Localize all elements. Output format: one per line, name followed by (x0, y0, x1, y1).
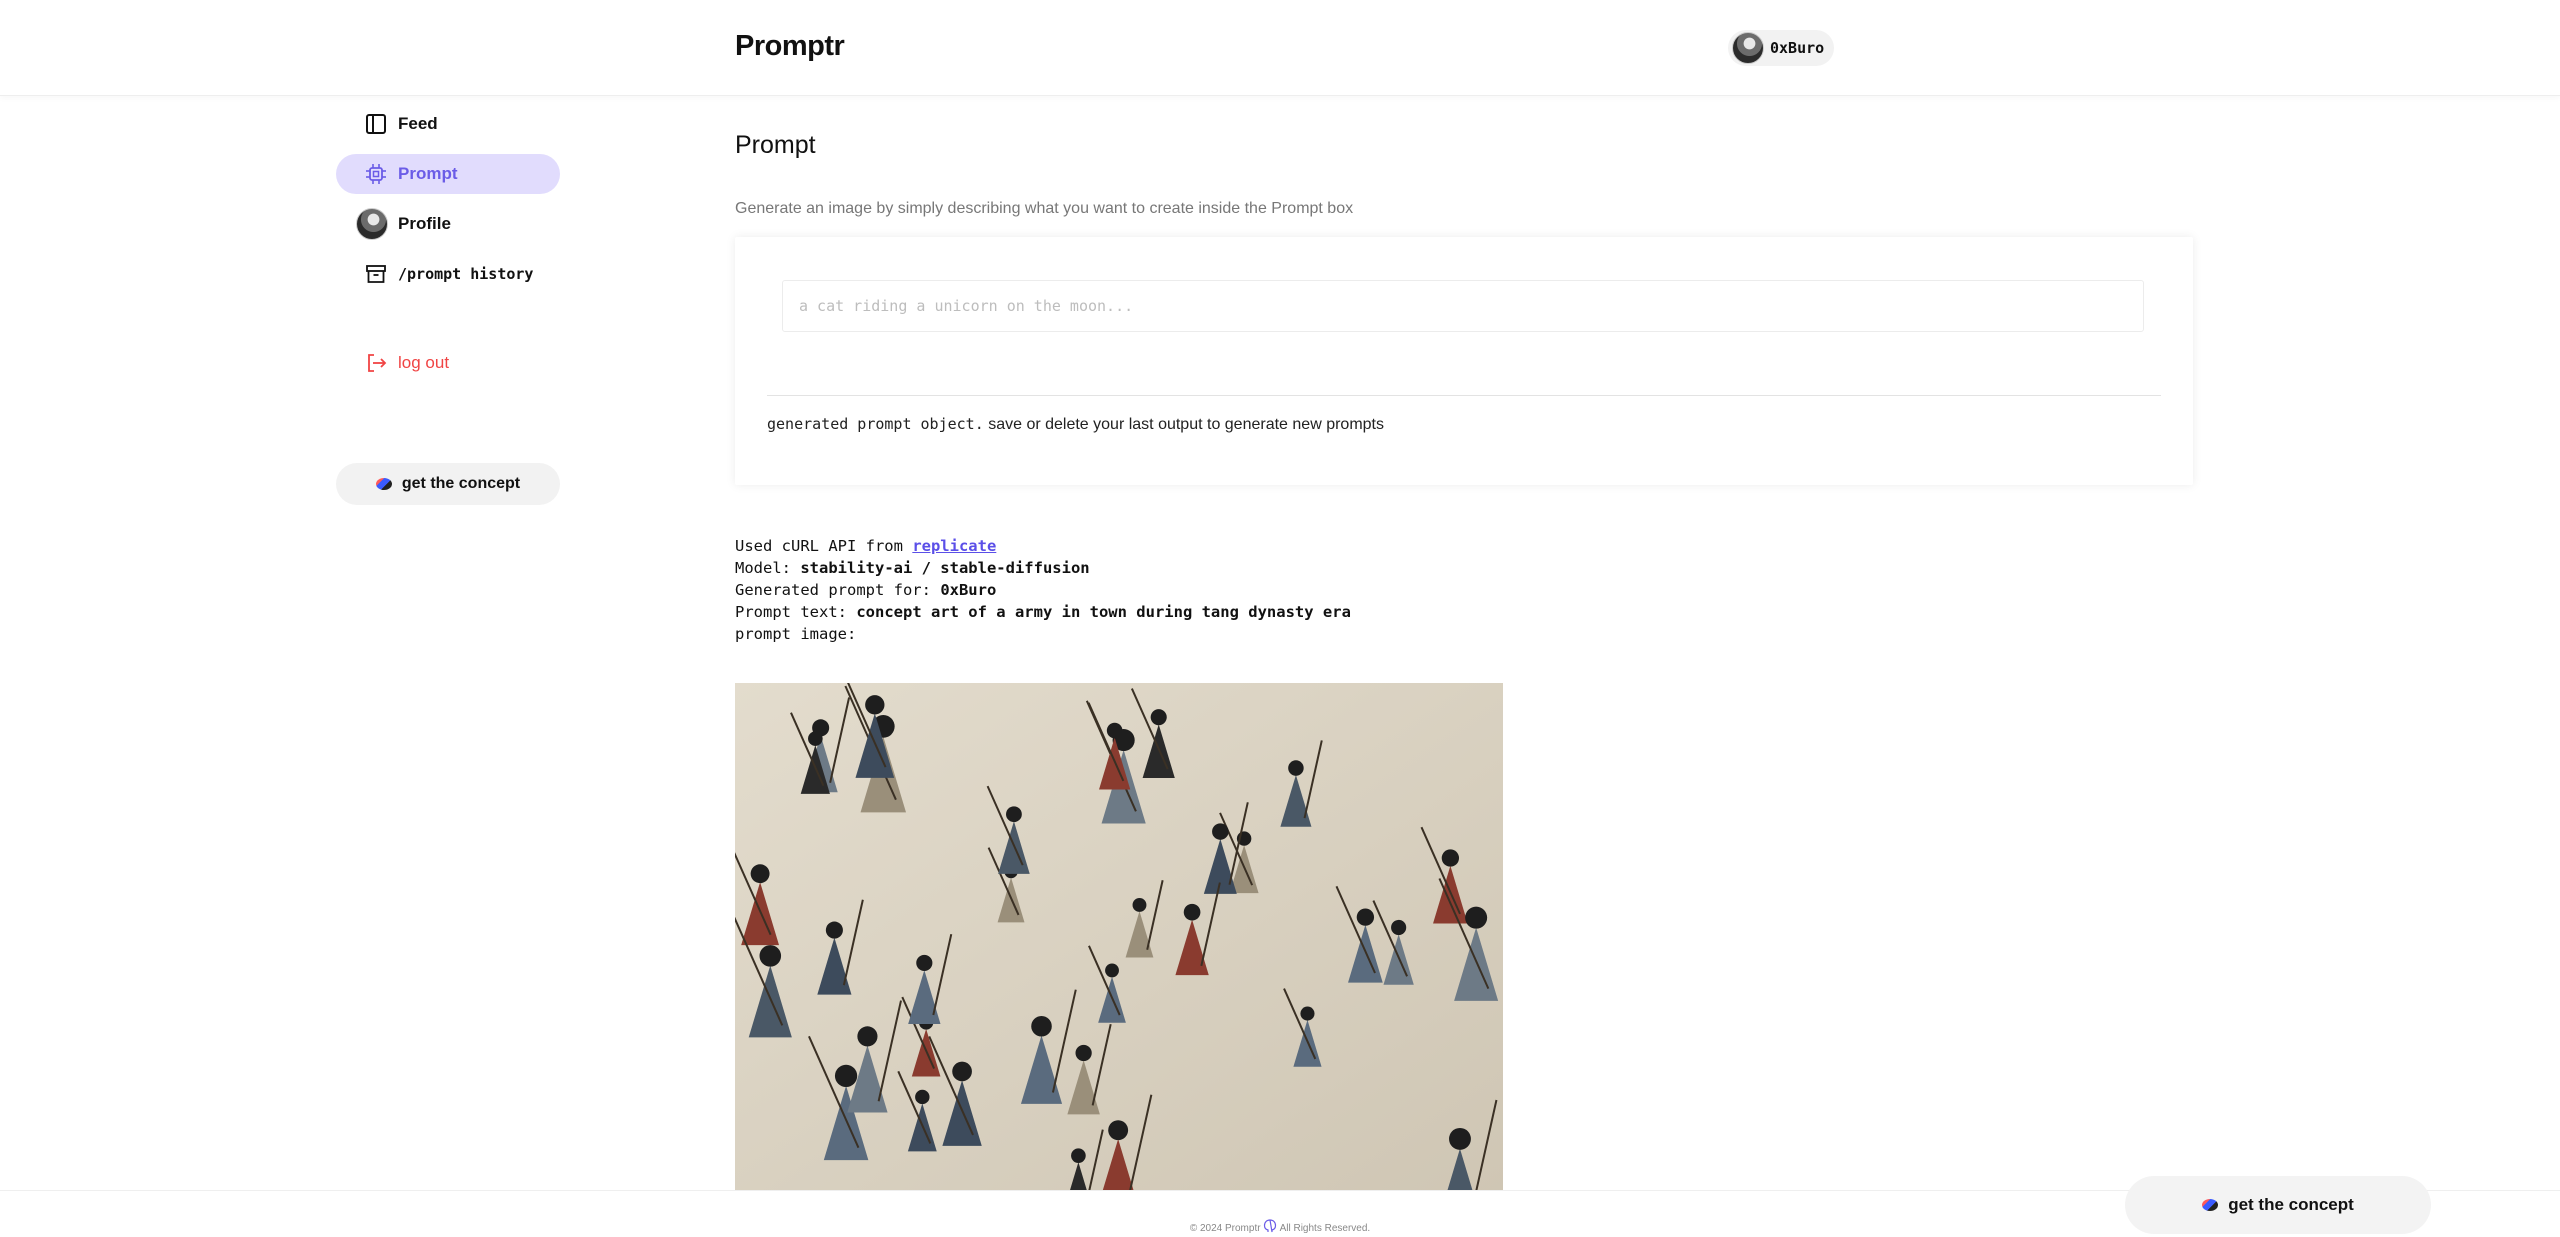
api-line: Used cURL API from replicate (735, 535, 1351, 557)
sidebar-panel-icon (364, 112, 388, 136)
model-line: Model: stability-ai / stable-diffusion (735, 557, 1351, 579)
prompt-text-label: Prompt text: (735, 603, 857, 621)
prompt-image-label: prompt image: (735, 625, 857, 643)
github-icon[interactable] (1263, 1219, 1277, 1233)
concept-logo-icon (2202, 1199, 2219, 1211)
user-name: 0xBuro (1770, 39, 1825, 57)
prompt-text-line: Prompt text: concept art of a army in to… (735, 601, 1351, 623)
model-value: stability-ai / stable-diffusion (800, 559, 1090, 577)
status-text: save or delete your last output to gener… (983, 416, 1384, 433)
divider (767, 395, 2161, 396)
generated-for-label: Generated prompt for: (735, 581, 941, 599)
archive-box-icon (364, 262, 388, 286)
avatar (1732, 32, 1764, 64)
floating-button-label: get the concept (2228, 1195, 2354, 1214)
profile-avatar (356, 208, 388, 240)
cpu-chip-icon (364, 162, 388, 186)
top-header: Promptr 0xBuro (0, 0, 2560, 96)
sidebar-item-feed[interactable]: Feed (336, 104, 560, 144)
status-message: generated prompt object. save or delete … (767, 415, 1384, 434)
logo[interactable]: Promptr (735, 30, 845, 63)
logout-label: log out (398, 353, 450, 372)
concept-logo-icon (375, 478, 392, 490)
sidebar-item-label: Profile (398, 214, 451, 233)
prompt-text-value: concept art of a army in town during tan… (856, 603, 1351, 621)
page-subtitle: Generate an image by simply describing w… (735, 200, 1354, 217)
floating-get-the-concept-button[interactable]: get the concept (2125, 1176, 2431, 1234)
prompt-card: generated prompt object. save or delete … (735, 237, 2193, 485)
logout-icon (364, 351, 388, 375)
replicate-link[interactable]: replicate (912, 537, 996, 555)
generated-for-value: 0xBuro (940, 581, 997, 599)
api-label: Used cURL API from (735, 537, 913, 555)
get-the-concept-button[interactable]: get the concept (336, 463, 560, 505)
sidebar-item-label: /prompt history (398, 265, 534, 283)
sidebar-item-profile[interactable]: Profile (336, 204, 560, 244)
generated-image (735, 683, 1503, 1195)
concept-label: get the concept (401, 475, 521, 492)
prompt-input[interactable] (782, 280, 2144, 332)
generated-for-line: Generated prompt for: 0xBuro (735, 579, 1351, 601)
rights-text: All Rights Reserved. (1279, 1223, 1371, 1234)
prompt-details: Used cURL API from replicate Model: stab… (735, 535, 1351, 645)
sidebar-item-label: Feed (398, 114, 438, 133)
copyright-text: © 2024 Promptr (1189, 1223, 1261, 1234)
sidebar-item-label: Prompt (398, 164, 458, 183)
page-title: Prompt (735, 131, 816, 159)
sidebar-item-prompt-history[interactable]: /prompt history (336, 254, 560, 294)
status-code: generated prompt object. (767, 415, 984, 433)
model-label: Model: (735, 559, 801, 577)
user-menu-chip[interactable]: 0xBuro (1728, 30, 1835, 66)
sidebar-item-prompt[interactable]: Prompt (336, 154, 560, 194)
logout-button[interactable]: log out (336, 343, 560, 383)
